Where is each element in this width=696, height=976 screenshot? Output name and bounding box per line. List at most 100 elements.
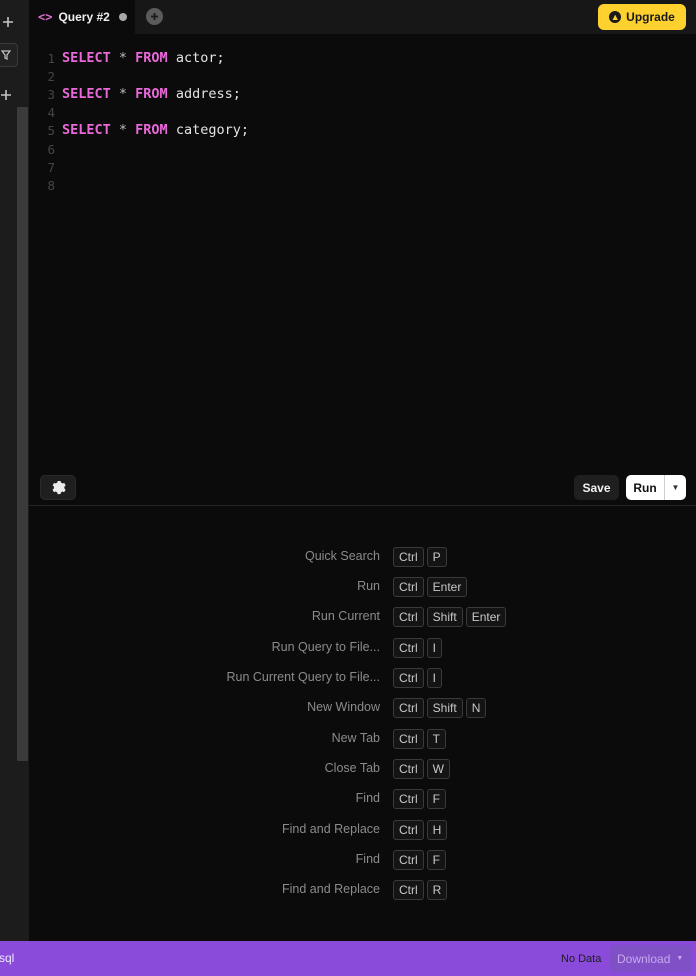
line-number: 4 [47,104,55,120]
key-cap: Ctrl [393,638,424,658]
key-cap: N [465,698,487,718]
shortcut-row: Find and Replace Ctrl R [29,880,696,900]
key-cap: Ctrl [393,880,424,900]
line-number: 8 [47,177,55,193]
shortcut-label: Run [357,579,380,593]
shortcut-label: Find [355,852,380,866]
editor-line[interactable]: 6 [29,140,62,158]
chevron-down-icon: ▼ [676,955,684,962]
new-tab-plus-icon[interactable] [146,8,163,25]
sql-keyword: FROM [135,122,168,138]
unsaved-dot-icon[interactable] [119,13,127,21]
left-sidebar [0,0,29,941]
sql-keyword: SELECT [62,122,111,138]
line-number: 6 [47,141,55,157]
tab-title: Query #2 [58,10,110,24]
key-cap: Ctrl [393,850,424,870]
key-cap: Enter [465,607,507,627]
shortcut-keys: Ctrl F [393,789,447,809]
shortcut-keys: Ctrl R [393,880,448,900]
sql-token: * [110,122,136,138]
upgrade-arrow-icon: ▲ [609,11,622,23]
code-text[interactable]: SELECT * FROM address; [55,86,241,102]
key-cap: Ctrl [393,729,424,749]
shortcut-label: New Tab [331,731,380,745]
shortcut-label: Run Current Query to File... [226,670,380,684]
line-number: 1 [47,50,55,66]
code-text[interactable]: SELECT * FROM actor; [55,50,225,66]
sql-token: category; [167,122,249,138]
shortcut-keys: Ctrl P [393,547,447,567]
shortcut-row: Find Ctrl F [29,850,696,870]
shortcut-row: New Tab Ctrl T [29,729,696,749]
editor-line[interactable]: 4 [29,103,62,121]
editor-line[interactable]: 3 SELECT * FROM address; [29,85,241,103]
shortcut-row: Quick Search Ctrl P [29,547,696,567]
shortcut-keys: Ctrl I [393,638,443,658]
upgrade-button[interactable]: ▲ Upgrade [598,4,686,30]
key-cap: I [426,668,443,688]
sql-token: * [110,50,136,66]
shortcut-label: Close Tab [324,761,380,775]
shortcut-keys: Ctrl W [393,759,450,779]
key-cap: F [426,789,447,809]
editor-line[interactable]: 7 [29,158,62,176]
sql-keyword: FROM [135,86,168,102]
shortcut-label: Find and Replace [282,882,380,896]
upgrade-label: Upgrade [626,10,675,24]
shortcut-row: Run Current Query to File... Ctrl I [29,668,696,688]
run-options-chevron-down-icon[interactable]: ▼ [665,475,686,500]
sql-keyword: SELECT [62,86,111,102]
key-cap: T [426,729,447,749]
sql-token: address; [167,86,241,102]
download-button[interactable]: Download ▼ [610,945,692,972]
gear-icon [52,480,66,495]
key-cap: Ctrl [393,547,424,567]
key-cap: I [426,638,443,658]
add-item-icon[interactable] [0,85,16,105]
shortcut-row: Run Current Ctrl Shift Enter [29,607,696,627]
key-cap: Ctrl [393,789,424,809]
key-cap: Ctrl [393,668,424,688]
tab-query-2[interactable]: <> Query #2 [29,0,135,34]
key-cap: Ctrl [393,820,424,840]
filter-icon[interactable] [0,43,18,67]
shortcut-row: Find Ctrl F [29,789,696,809]
shortcut-keys: Ctrl F [393,850,447,870]
code-text[interactable]: SELECT * FROM category; [55,122,249,138]
shortcut-keys: Ctrl H [393,820,448,840]
connection-type-label: sql [0,951,15,965]
shortcut-row: Close Tab Ctrl W [29,759,696,779]
key-cap: Ctrl [393,607,424,627]
key-cap: R [426,880,448,900]
editor-line[interactable]: 1 SELECT * FROM actor; [29,49,225,67]
shortcut-label: Find and Replace [282,822,380,836]
shortcut-label: Quick Search [304,549,380,563]
shortcut-help-panel: Quick Search Ctrl P Run Ctrl Enter Run Current… [29,506,696,941]
shortcut-keys: Ctrl Enter [393,577,468,597]
shortcut-row: New Window Ctrl Shift N [29,698,696,718]
editor-line[interactable]: 8 [29,176,62,194]
line-number: 5 [47,122,55,138]
run-button[interactable]: Run [626,475,665,500]
settings-button[interactable] [40,475,76,500]
editor-line[interactable]: 5 SELECT * FROM category; [29,121,249,139]
line-number: 2 [47,68,55,84]
key-cap: Shift [426,607,463,627]
key-cap: Ctrl [393,698,424,718]
result-status-text: No Data [561,953,602,965]
shortcut-row: Run Ctrl Enter [29,577,696,597]
sql-keyword: SELECT [62,50,111,66]
shortcut-keys: Ctrl Shift N [393,698,487,718]
sql-token: actor; [167,50,225,66]
sidebar-scrollbar[interactable] [17,107,28,761]
line-number: 3 [47,86,55,102]
sql-editor[interactable]: 1 SELECT * FROM actor; 2 3 SELECT * FROM add… [29,34,696,471]
shortcut-label: Run Current [311,609,380,623]
add-connection-icon[interactable] [0,12,18,32]
key-cap: F [426,850,447,870]
save-button[interactable]: Save [574,475,619,500]
editor-line[interactable]: 2 [29,67,62,85]
key-cap: W [426,759,450,779]
download-label: Download [617,951,671,966]
